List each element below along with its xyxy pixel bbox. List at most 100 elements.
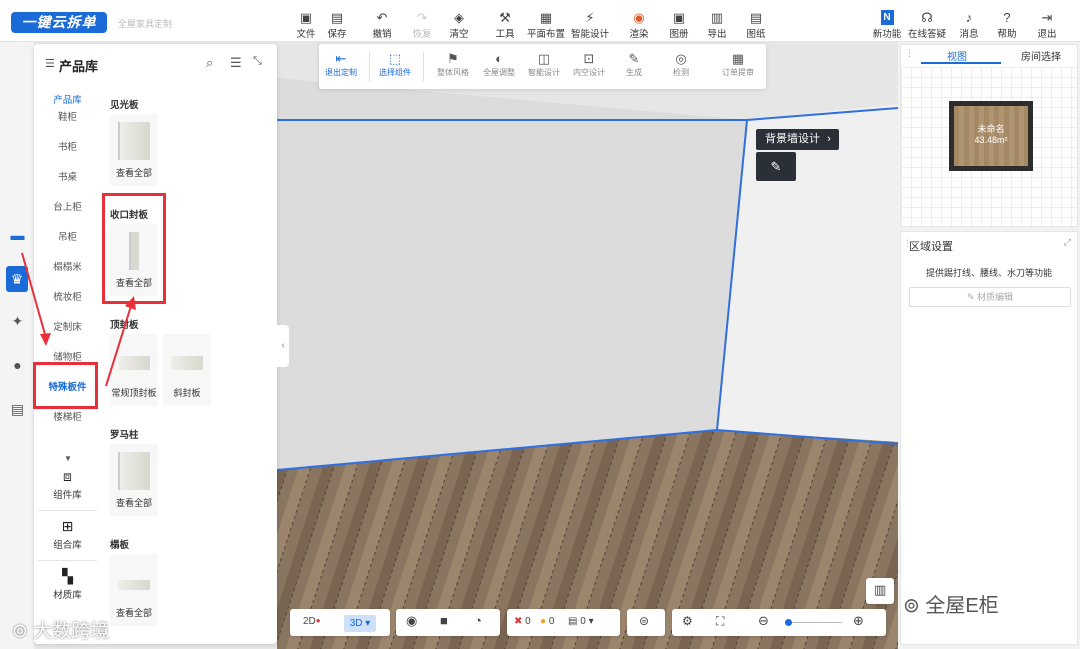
category-item[interactable]: 特殊板件 [34, 379, 101, 393]
product-card[interactable]: 查看全部 [110, 554, 158, 626]
product-thumbnail [171, 356, 203, 370]
toggle-icon[interactable]: ⊜ [639, 614, 649, 628]
collapse-library-handle[interactable]: ‹ [277, 325, 289, 367]
category-item[interactable]: 吊柜 [34, 229, 101, 243]
category-item[interactable]: 鞋柜 [34, 109, 101, 123]
cube-icon[interactable]: ■ [440, 613, 448, 628]
view-3d-button[interactable]: 3D ▾ [344, 615, 376, 632]
subtool-style-brush-button[interactable]: ⚑ 整体风格 [431, 50, 475, 78]
export-button[interactable]: ▥ 导出 [697, 10, 737, 40]
bus-icon[interactable]: ▤ [8, 400, 27, 419]
tools-button[interactable]: ⚒ 工具 [485, 10, 525, 40]
subtool-order-submit-button[interactable]: ▦ 订单提审 [716, 50, 760, 78]
category-item[interactable]: 定制床 [34, 319, 101, 333]
subtool-exit-custom-button[interactable]: ⇤ 退出定制 [319, 50, 363, 78]
smart-label: 智能设计 [570, 29, 609, 40]
help-button[interactable]: ? 帮助 [987, 10, 1027, 40]
warning-count-value: 0 [548, 616, 555, 627]
subtool-select-component-button[interactable]: ⬚ 选择组件 [373, 50, 417, 78]
wall-design-button[interactable]: 背景墙设计 › [756, 129, 839, 150]
wrench-icon: ⚒ [499, 10, 511, 25]
product-card[interactable]: 查看全部 [110, 114, 158, 186]
exit-custom-icon: ⇤ [335, 51, 347, 66]
search-icon[interactable]: ⌕ [206, 55, 213, 71]
product-card[interactable]: 查看全部 [110, 224, 158, 296]
subtool-inner-space-button[interactable]: ⊡ 内空设计 [567, 50, 611, 78]
subtool-label: 退出定制 [325, 68, 357, 77]
clear-button[interactable]: ◈ 清空 [439, 10, 479, 40]
library-nav-combo-lib[interactable]: ⊞ 组合库 [34, 518, 101, 551]
structure-icon[interactable]: ✦ [8, 312, 27, 331]
category-item[interactable]: 楼梯柜 [34, 409, 101, 423]
gauge-icon[interactable]: ◔ [474, 613, 482, 628]
display-tools-bar: ◉ ■ ◔ [396, 609, 500, 636]
material-edit-button[interactable]: ✎ 材质编辑 [909, 287, 1071, 307]
floorplan-button[interactable]: ▦ 平面布置 [526, 10, 566, 40]
subtool-generate-button[interactable]: ✎ 生成 [612, 50, 656, 78]
smart-button[interactable]: ⚡ 智能设计 [570, 10, 610, 40]
collapse-panel-icon[interactable]: ⤡ [253, 55, 262, 68]
section-title: 罗马柱 [110, 430, 139, 441]
error-count[interactable]: ✖ 0 [514, 616, 531, 627]
tab-room-select[interactable]: 房间选择 [1021, 48, 1061, 63]
zoom-slider-track[interactable] [786, 622, 842, 623]
scroll-down-icon[interactable]: ▼ [64, 454, 72, 463]
camera-settings-icon[interactable]: ⚙ [682, 614, 693, 628]
cabinet-crown-icon[interactable]: ♛ [6, 266, 28, 292]
zoom-out-icon[interactable]: ⊖ [758, 613, 769, 629]
sofa-icon[interactable]: ▬ [8, 226, 27, 245]
category-item[interactable]: 台上柜 [34, 199, 101, 213]
subtool-adjust-button[interactable]: ◐ 全屋调整 [477, 50, 521, 78]
answer-button[interactable]: ☊ 在线答疑 [907, 10, 947, 40]
eye-icon[interactable]: ◉ [406, 613, 417, 629]
product-card[interactable]: 查看全部 [110, 444, 158, 516]
product-card[interactable]: 斜封板 [163, 334, 211, 406]
subtool-detect-button[interactable]: ◎ 检测 [659, 50, 703, 78]
drawing-button[interactable]: ▤ 图纸 [736, 10, 776, 40]
expand-icon[interactable]: ⤢ [1064, 237, 1071, 248]
new-button[interactable]: N 新功能 [867, 10, 907, 40]
person-icon[interactable]: ● [8, 356, 27, 375]
clipboard-icon[interactable]: ▥ [874, 582, 886, 598]
msg-button[interactable]: ♪ 消息 [949, 10, 989, 40]
product-card[interactable]: 常规顶封板 [110, 334, 158, 406]
edit-wall-button[interactable]: ✎ [756, 152, 796, 181]
room-minimap[interactable]: 未命名 43.48m² [949, 101, 1033, 171]
back-wall[interactable] [277, 78, 747, 470]
tab-view[interactable]: 视图 [947, 48, 967, 63]
category-item[interactable]: 榻榻米 [34, 259, 101, 273]
exit-button[interactable]: ⇥ 退出 [1027, 10, 1067, 40]
drag-handle-icon[interactable]: ⋮ [905, 48, 914, 59]
style-brush-icon: ⚑ [447, 51, 459, 66]
save-button[interactable]: ▤ 保存 [317, 10, 357, 40]
list-icon[interactable]: ☰ [45, 57, 55, 70]
zoom-slider-handle[interactable] [785, 619, 792, 626]
album-button[interactable]: ▣ 图册 [659, 10, 699, 40]
undo-button[interactable]: ↶ 撤销 [362, 10, 402, 40]
album-icon: ▣ [672, 10, 686, 25]
area-settings-desc: 提供踢打线、腰线、水刀等功能 [925, 268, 1052, 278]
info-count[interactable]: ▤ 0 ▾ [568, 616, 594, 627]
fit-view-icon[interactable]: ⛶ [716, 614, 724, 629]
category-item[interactable]: 储物柜 [34, 349, 101, 363]
warning-count[interactable]: ● 0 [540, 616, 554, 627]
category-item[interactable]: 梳妆柜 [34, 289, 101, 303]
subtool-smart-design-button[interactable]: ◫ 智能设计 [522, 50, 566, 78]
left-rail: ▬ ♛ ✦ ● ▤ [0, 42, 34, 649]
product-thumbnail [118, 452, 150, 490]
subtool-label: 内空设计 [573, 68, 605, 77]
filter-icon[interactable]: ☰ [230, 55, 242, 71]
library-nav-component-lib[interactable]: ⧈ 组件库 [34, 468, 101, 501]
product-label: 查看全部 [115, 278, 152, 288]
view-2d-button[interactable]: 2D● [303, 616, 321, 627]
library-nav-label: 组合库 [53, 540, 82, 551]
category-item[interactable]: 书桌 [34, 169, 101, 183]
category-item[interactable]: 书柜 [34, 139, 101, 153]
product-label: 查看全部 [115, 608, 152, 618]
category-item[interactable]: 产品库 [34, 92, 101, 106]
render-button[interactable]: ◉ 渲染 [619, 10, 659, 40]
material-edit-label: 材质编辑 [977, 292, 1014, 302]
library-nav-material-lib[interactable]: ▚ 材质库 [34, 568, 101, 601]
redo-button[interactable]: ↷ 恢复 [402, 10, 442, 40]
zoom-in-icon[interactable]: ⊕ [853, 613, 864, 629]
